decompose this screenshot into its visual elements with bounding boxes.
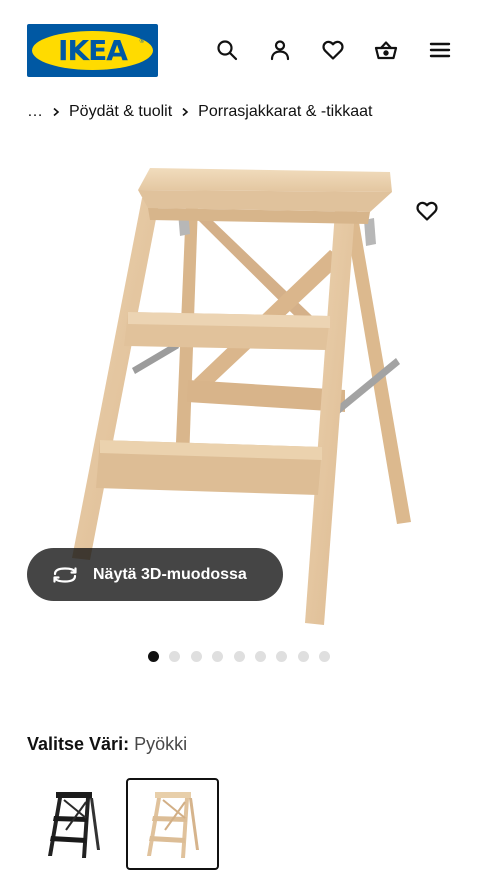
header: IKEA ® [0,0,480,100]
carousel-dot[interactable] [254,651,266,662]
carousel-dot[interactable] [319,651,331,662]
ikea-logo[interactable]: IKEA ® [27,24,158,77]
beech-step-stool-thumbnail [146,792,199,858]
breadcrumb-item-step-stools[interactable]: Porrasjakkarat & -tikkaat [198,103,372,121]
search-button[interactable] [211,34,243,66]
color-selected-value: Pyökki [134,734,188,754]
search-icon [217,40,238,61]
chevron-right-icon [43,107,69,117]
carousel-dot[interactable] [190,651,202,662]
color-selector-label: Valitse Väri: Pyökki [27,734,187,755]
save-to-favorites-button[interactable] [410,194,444,228]
user-icon [270,40,290,61]
basket-button[interactable] [370,34,402,66]
black-step-stool-thumbnail [47,792,100,858]
product-image-carousel[interactable]: Näytä 3D-muodossa [0,150,480,640]
basket-icon [374,41,398,60]
logo-text: IKEA [58,34,128,67]
registered-mark-icon: ® [139,39,144,45]
carousel-dot[interactable] [169,651,181,662]
menu-button[interactable] [424,34,456,66]
color-option-black[interactable] [27,778,120,870]
chevron-right-icon [172,107,198,117]
color-label-key: Valitse Väri: [27,734,130,754]
carousel-dot[interactable] [276,651,288,662]
favorites-button[interactable] [317,34,349,66]
heart-icon [322,40,344,60]
carousel-dot[interactable] [297,651,309,662]
rotate-icon [53,566,77,583]
heart-icon [416,201,438,221]
carousel-dot[interactable] [233,651,245,662]
breadcrumb: … Pöydät & tuolit Porrasjakkarat & -tikk… [27,100,372,124]
color-option-beech[interactable] [126,778,219,870]
view-3d-button[interactable]: Näytä 3D-muodossa [27,548,283,601]
breadcrumb-ellipsis[interactable]: … [27,103,43,121]
view-3d-label: Näytä 3D-muodossa [93,565,247,583]
carousel-dot[interactable] [148,651,159,662]
menu-icon [429,42,451,58]
account-button[interactable] [264,34,296,66]
carousel-pagination [148,651,331,662]
breadcrumb-item-tables-chairs[interactable]: Pöydät & tuolit [69,103,172,121]
carousel-dot[interactable] [212,651,224,662]
